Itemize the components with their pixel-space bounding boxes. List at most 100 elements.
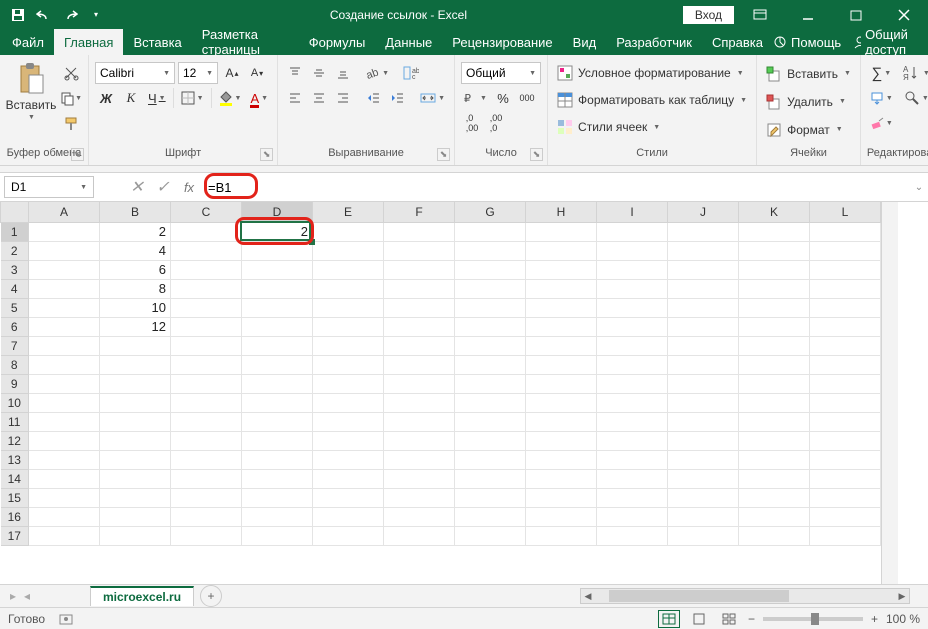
- cell[interactable]: [597, 412, 668, 431]
- zoom-out-icon[interactable]: −: [748, 612, 755, 626]
- maximize-icon[interactable]: [834, 0, 878, 29]
- row-header[interactable]: 12: [1, 431, 29, 450]
- cell[interactable]: [100, 393, 171, 412]
- cell[interactable]: [29, 488, 100, 507]
- cell[interactable]: [597, 507, 668, 526]
- cell[interactable]: [100, 431, 171, 450]
- cell[interactable]: [455, 507, 526, 526]
- cell[interactable]: [668, 431, 739, 450]
- number-format-combo[interactable]: Общий▼: [461, 62, 541, 84]
- align-bottom-icon[interactable]: [332, 62, 354, 84]
- cell[interactable]: [597, 488, 668, 507]
- cell[interactable]: [100, 374, 171, 393]
- cell[interactable]: [313, 355, 384, 374]
- cell[interactable]: [810, 526, 881, 545]
- spreadsheet-grid[interactable]: ABCDEFGHIJKL1222436485106127891011121314…: [0, 202, 928, 584]
- cell[interactable]: [242, 488, 313, 507]
- cell[interactable]: [597, 241, 668, 260]
- cell[interactable]: [171, 450, 242, 469]
- cell[interactable]: [384, 488, 455, 507]
- cell[interactable]: [455, 431, 526, 450]
- enter-formula-icon[interactable]: ✓: [150, 176, 176, 198]
- column-header[interactable]: D: [242, 202, 313, 222]
- tab-formulas[interactable]: Формулы: [299, 29, 376, 55]
- close-icon[interactable]: [882, 0, 926, 29]
- row-header[interactable]: 3: [1, 260, 29, 279]
- cell[interactable]: [242, 412, 313, 431]
- cell[interactable]: [597, 336, 668, 355]
- row-header[interactable]: 16: [1, 507, 29, 526]
- page-layout-view-icon[interactable]: [688, 610, 710, 628]
- copy-icon[interactable]: ▼: [60, 87, 82, 109]
- row-header[interactable]: 11: [1, 412, 29, 431]
- cell[interactable]: [171, 336, 242, 355]
- conditional-formatting-button[interactable]: Условное форматирование▼: [554, 61, 750, 85]
- cell[interactable]: [810, 469, 881, 488]
- fill-handle[interactable]: [309, 239, 315, 245]
- cell[interactable]: 12: [100, 317, 171, 336]
- cell[interactable]: [810, 336, 881, 355]
- cell[interactable]: [739, 260, 810, 279]
- cell[interactable]: [384, 355, 455, 374]
- cell[interactable]: [739, 526, 810, 545]
- row-header[interactable]: 7: [1, 336, 29, 355]
- cell[interactable]: [171, 222, 242, 241]
- cell[interactable]: [100, 355, 171, 374]
- paste-button[interactable]: Вставить ▼: [6, 58, 56, 121]
- cell[interactable]: [739, 393, 810, 412]
- cell[interactable]: [384, 374, 455, 393]
- cell[interactable]: [739, 507, 810, 526]
- cell[interactable]: [668, 260, 739, 279]
- row-header[interactable]: 4: [1, 279, 29, 298]
- cell[interactable]: [526, 260, 597, 279]
- cell[interactable]: [29, 469, 100, 488]
- cell[interactable]: [313, 488, 384, 507]
- cell[interactable]: [313, 431, 384, 450]
- cell[interactable]: 2: [242, 222, 313, 241]
- row-header[interactable]: 5: [1, 298, 29, 317]
- cell[interactable]: [526, 355, 597, 374]
- cell[interactable]: [384, 279, 455, 298]
- cell[interactable]: [313, 260, 384, 279]
- cell[interactable]: [810, 488, 881, 507]
- macro-record-icon[interactable]: [59, 612, 73, 626]
- cell[interactable]: [29, 393, 100, 412]
- tell-me-button[interactable]: Помощь: [773, 35, 841, 50]
- cell[interactable]: [313, 317, 384, 336]
- cell[interactable]: [171, 279, 242, 298]
- expand-formula-bar-icon[interactable]: ⌄: [910, 182, 928, 193]
- find-select-icon[interactable]: ▼: [900, 87, 928, 109]
- sort-filter-icon[interactable]: АЯ▼: [900, 62, 928, 84]
- cell[interactable]: [384, 317, 455, 336]
- cell[interactable]: [526, 526, 597, 545]
- cell[interactable]: [171, 317, 242, 336]
- row-header[interactable]: 6: [1, 317, 29, 336]
- cell[interactable]: [668, 374, 739, 393]
- cell[interactable]: [171, 507, 242, 526]
- tab-insert[interactable]: Вставка: [123, 29, 191, 55]
- row-header[interactable]: 17: [1, 526, 29, 545]
- formula-input[interactable]: [202, 176, 890, 198]
- cell[interactable]: [384, 336, 455, 355]
- cell[interactable]: [455, 450, 526, 469]
- tab-file[interactable]: Файл: [2, 29, 54, 55]
- cell[interactable]: [171, 412, 242, 431]
- first-sheet-icon[interactable]: ▸: [10, 589, 16, 603]
- cell[interactable]: [384, 526, 455, 545]
- cell[interactable]: [313, 241, 384, 260]
- cell[interactable]: [810, 241, 881, 260]
- cell[interactable]: [597, 260, 668, 279]
- cell[interactable]: [526, 317, 597, 336]
- clipboard-dialog-launcher-icon[interactable]: ⬊: [71, 148, 84, 161]
- increase-font-size-icon[interactable]: A▴: [221, 62, 243, 84]
- cell[interactable]: [313, 393, 384, 412]
- cell[interactable]: [526, 431, 597, 450]
- cell[interactable]: [242, 526, 313, 545]
- column-header[interactable]: J: [668, 202, 739, 222]
- cell[interactable]: [526, 488, 597, 507]
- cell[interactable]: [810, 222, 881, 241]
- cell[interactable]: 10: [100, 298, 171, 317]
- cell[interactable]: [29, 317, 100, 336]
- align-center-icon[interactable]: [308, 87, 330, 109]
- cell[interactable]: [597, 431, 668, 450]
